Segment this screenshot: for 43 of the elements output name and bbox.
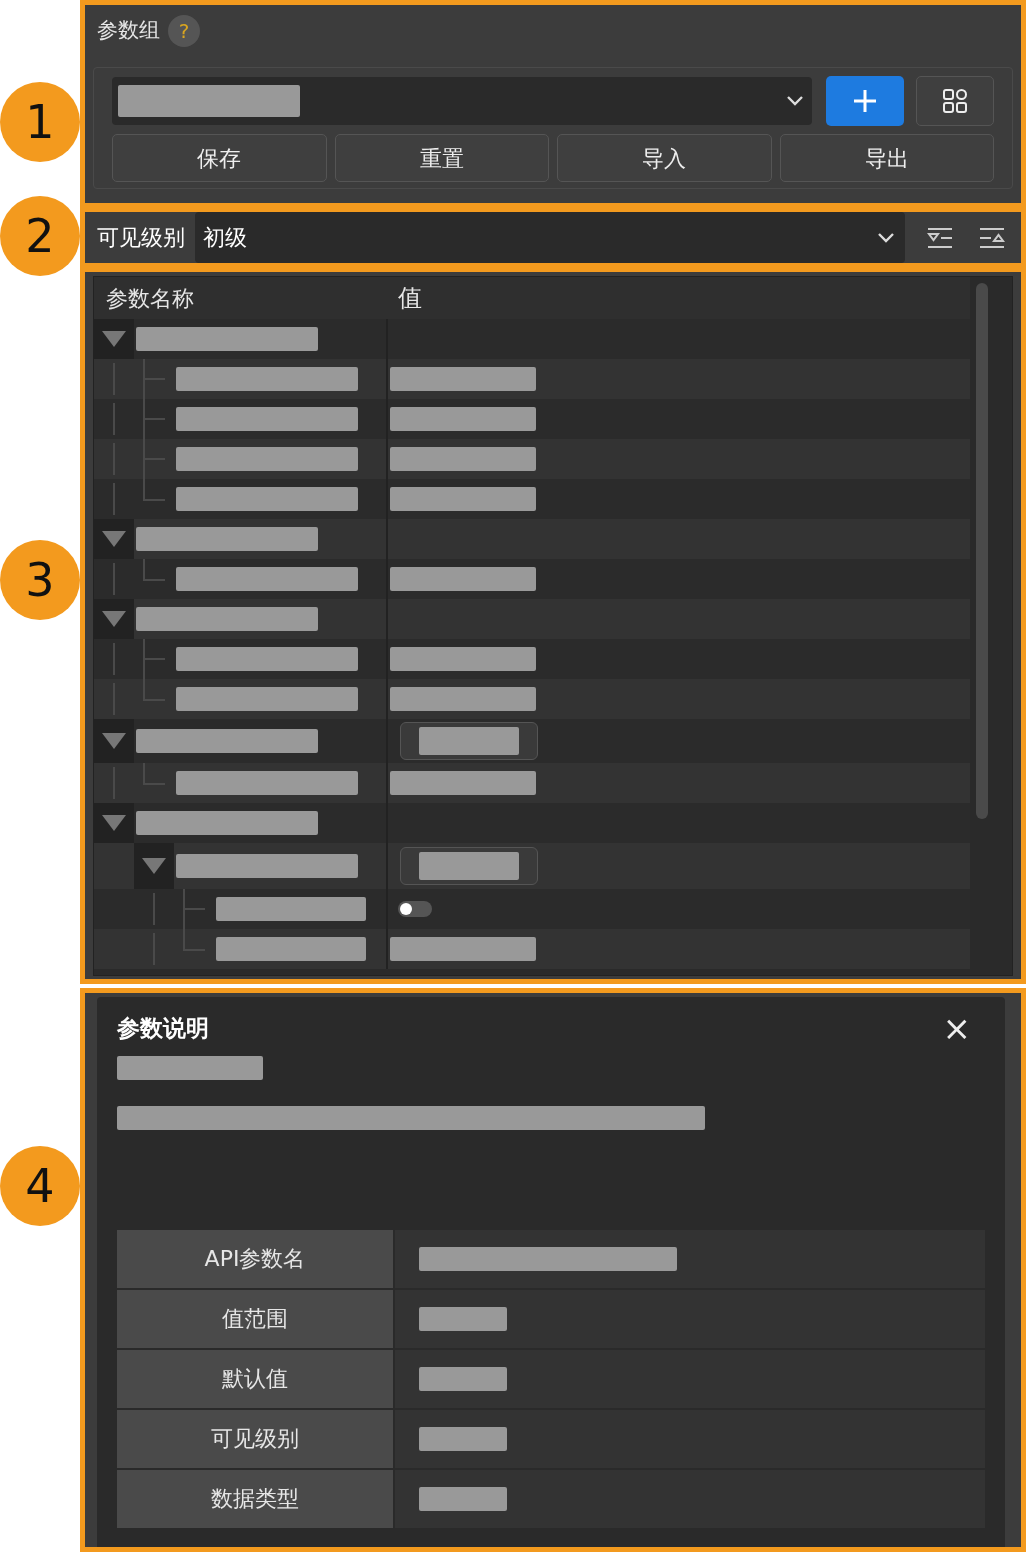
add-button[interactable] [826,76,904,126]
visibility-label: 可见级别 [96,224,186,252]
toggle-switch[interactable] [398,901,432,917]
tree-connector-line [143,763,165,785]
column-header: 参数名称 [105,284,195,313]
value-dropdown[interactable] [400,722,538,760]
expand-all-icon[interactable] [927,225,953,250]
action-button[interactable]: 导出 [779,134,994,182]
callout-number: 3 [0,540,80,620]
tree-connector-line [143,399,165,439]
action-button[interactable]: 重置 [334,134,549,182]
callout-number: 1 [0,82,80,162]
column-header: 值 [397,283,423,314]
grid-button[interactable] [916,76,994,126]
expand-triangle-icon[interactable] [142,858,166,874]
chevron-down-icon [877,231,895,244]
tree-connector-line [143,559,165,581]
plus-icon [852,88,878,114]
action-button[interactable]: 保存 [112,134,327,182]
action-button[interactable]: 导入 [557,134,772,182]
callout-number: 4 [0,1146,80,1226]
field-label: 默认值 [117,1349,395,1410]
scrollbar-thumb[interactable] [976,283,988,819]
collapse-all-icon[interactable] [979,225,1005,250]
expand-triangle-icon[interactable] [102,733,126,749]
value-dropdown[interactable] [400,847,538,885]
preset-dropdown[interactable] [112,77,812,125]
tree-connector-line [143,359,165,399]
expand-triangle-icon[interactable] [102,331,126,347]
callout-number: 2 [0,196,80,276]
field-label: 可见级别 [117,1409,395,1470]
grid-icon [942,88,968,114]
field-label: API参数名 [117,1229,395,1290]
field-label: 数据类型 [117,1469,395,1530]
expand-triangle-icon[interactable] [102,531,126,547]
expand-triangle-icon[interactable] [102,611,126,627]
panel-title: 参数说明 [117,1014,209,1043]
chevron-down-icon [786,95,804,107]
panel-title: 参数组 [97,17,160,45]
field-label: 值范围 [117,1289,395,1350]
visibility-dropdown[interactable]: 初级 [195,212,905,263]
close-button[interactable]: × [942,1011,971,1046]
expand-triangle-icon[interactable] [102,815,126,831]
